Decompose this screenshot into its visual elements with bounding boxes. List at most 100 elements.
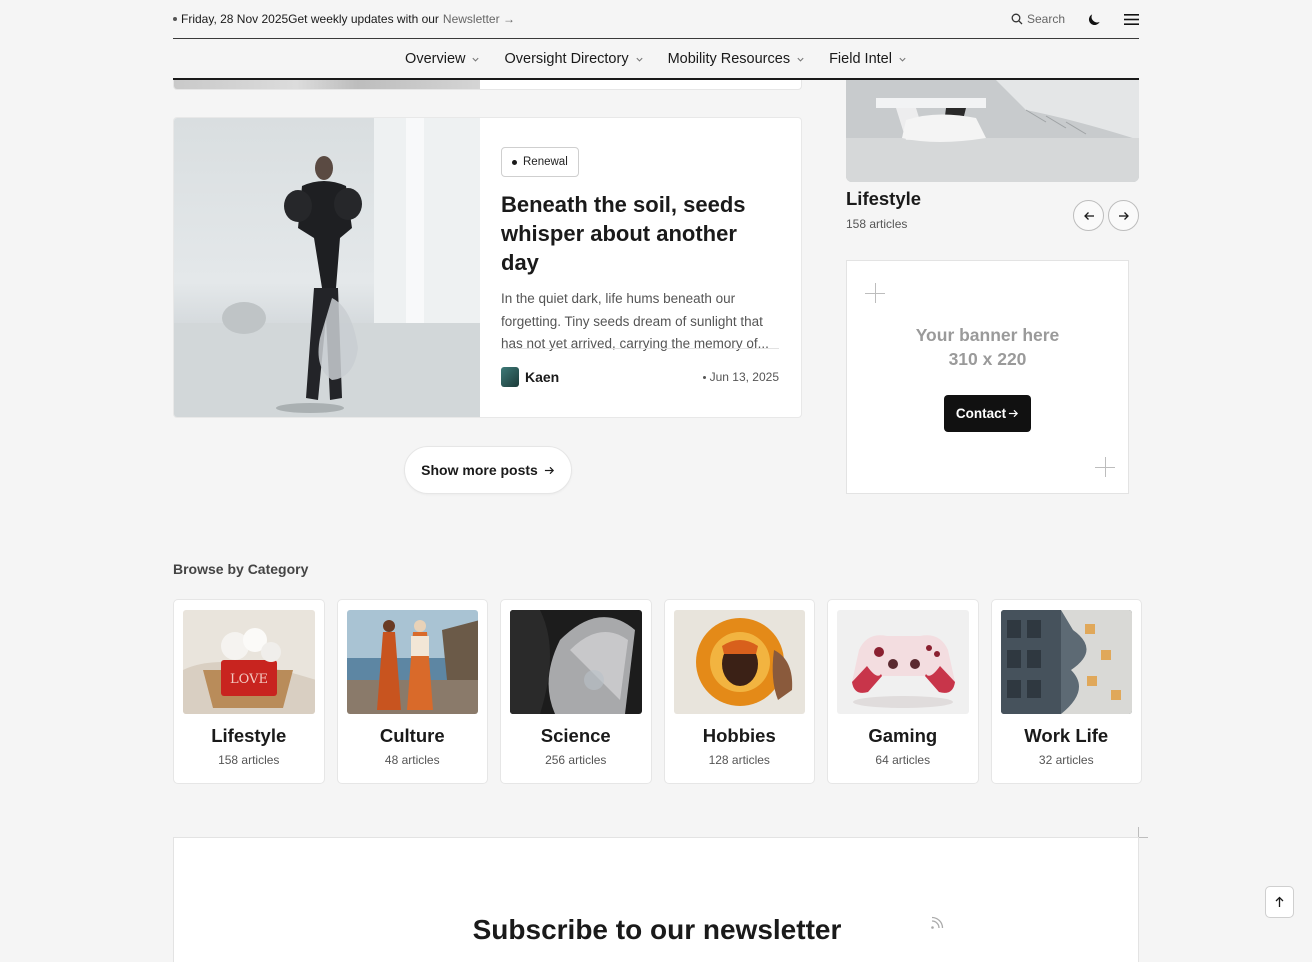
previous-article-card[interactable] [173,80,802,90]
newsletter-section: Subscribe to our newsletter [173,837,1139,962]
nav-item-overview[interactable]: Overview [405,51,480,67]
search-label[interactable]: Search [1027,12,1065,26]
moon-icon [1088,13,1100,25]
category-image[interactable] [510,610,642,714]
back-to-top-button[interactable] [1265,886,1294,918]
article-date-text: Jun 13, 2025 [709,370,779,384]
category-card-gaming[interactable]: Gaming 64 articles [827,599,979,784]
article-headline[interactable]: Beneath the soil, seeds whisper about an… [501,190,779,277]
category-count: 158 articles [218,753,280,767]
date-bullet-icon [173,17,177,21]
carousel-prev-button[interactable] [1073,200,1104,231]
carousel-next-button[interactable] [1108,200,1139,231]
contact-button[interactable]: Contact [943,395,1032,432]
category-card-lifestyle[interactable]: LOVE Lifestyle 158 articles [173,599,325,784]
banner-text: Your banner here 310 x 220 [847,323,1128,371]
sidebar-category-count: 158 articles [846,217,908,231]
category-name[interactable]: Science [510,725,642,747]
interior-illustration [846,80,1139,182]
browse-section-title: Browse by Category [173,561,309,577]
show-more-posts-button[interactable]: Show more posts [404,446,572,494]
arrow-left-icon [1083,211,1094,220]
top-bar: Friday, 28 Nov 2025 Get weekly updates w… [173,0,1139,39]
culture-beach-image [346,610,478,714]
search-button[interactable]: Search [1011,12,1065,26]
article-divider [501,348,779,349]
arrow-right-icon [1009,409,1019,418]
newsletter-link[interactable]: Newsletter → [443,12,515,26]
ad-banner-placeholder: Your banner here 310 x 220 Contact [846,260,1129,494]
category-name[interactable]: Hobbies [674,725,806,747]
arrow-right-icon [1118,211,1129,220]
category-card-hobbies[interactable]: Hobbies 128 articles [663,599,815,784]
previous-article-image [174,80,480,89]
plus-icon [865,283,885,303]
chevron-down-icon [472,57,480,62]
top-bar-actions: Search [1011,12,1139,27]
category-name[interactable]: Work Life [1001,725,1133,747]
chevron-down-icon [635,57,643,62]
nav-item-label[interactable]: Overview [405,51,465,67]
plus-icon [1095,457,1115,477]
article-author[interactable]: Kaen [501,367,559,387]
article-image[interactable] [174,118,480,417]
chevron-down-icon [797,57,804,62]
category-card-culture[interactable]: Culture 48 articles [336,599,488,784]
arrow-up-icon [1275,896,1284,907]
sidebar-category-title[interactable]: Lifestyle [846,188,921,210]
nav-item-label[interactable]: Oversight Directory [504,51,628,67]
article-card[interactable]: Renewal Beneath the soil, seeds whisper … [173,117,802,418]
arrow-right-icon [544,466,554,474]
top-bar-left: Friday, 28 Nov 2025 Get weekly updates w… [173,12,515,26]
category-image[interactable] [673,610,805,714]
category-count: 32 articles [1038,753,1094,767]
contact-label[interactable]: Contact [956,406,1006,421]
banner-line-2: 310 x 220 [948,349,1027,369]
hobbies-portrait-image [673,610,805,714]
date-dot-icon [702,375,706,379]
category-count: 48 articles [384,753,440,767]
category-image[interactable] [1000,610,1132,714]
category-image[interactable] [837,610,969,714]
category-name[interactable]: Gaming [837,725,969,747]
gaming-controller-image [837,610,969,714]
menu-button[interactable] [1124,13,1139,26]
svg-text:LOVE: LOVE [230,672,268,687]
dark-mode-toggle[interactable] [1087,12,1102,27]
nav-item-label[interactable]: Mobility Resources [668,51,791,67]
newsletter-promo-text: Get weekly updates with our [288,12,439,26]
rss-icon [931,916,944,929]
nav-item-oversight-directory[interactable]: Oversight Directory [504,51,643,67]
category-tag-label[interactable]: Renewal [523,156,568,168]
category-card-science[interactable]: Science 256 articles [500,599,652,784]
science-abstract-image [510,610,642,714]
category-card-work-life[interactable]: Work Life 32 articles [990,599,1142,784]
fashion-model-illustration [174,118,480,417]
sidebar-category-image[interactable] [846,80,1139,182]
nav-item-field-intel[interactable]: Field Intel [829,51,907,67]
category-name[interactable]: Culture [347,725,479,747]
category-count: 128 articles [708,753,770,767]
author-name[interactable]: Kaen [525,369,559,385]
category-count: 64 articles [875,753,931,767]
show-more-label[interactable]: Show more posts [421,462,538,478]
nav-item-label[interactable]: Field Intel [829,51,892,67]
lifestyle-soap-image: LOVE [183,610,315,714]
main-navigation: Overview Oversight Directory Mobility Re… [173,40,1139,80]
category-image[interactable]: LOVE [183,610,315,714]
banner-line-1: Your banner here [915,325,1060,345]
category-count: 256 articles [545,753,607,767]
article-excerpt: In the quiet dark, life hums beneath our… [501,291,769,351]
author-avatar[interactable] [501,367,519,387]
category-tag[interactable]: Renewal [501,147,579,177]
article-body: Renewal Beneath the soil, seeds whisper … [480,118,801,417]
category-image[interactable] [346,610,478,714]
newsletter-link-label[interactable]: Newsletter [443,12,500,26]
newsletter-title: Subscribe to our newsletter [472,914,842,945]
hamburger-icon [1124,13,1139,25]
nav-item-mobility-resources[interactable]: Mobility Resources [668,51,806,67]
category-name[interactable]: Lifestyle [183,725,315,747]
search-icon [1011,13,1023,25]
article-meta: Kaen Jun 13, 2025 [501,367,779,387]
tag-bullet-icon [512,159,517,165]
